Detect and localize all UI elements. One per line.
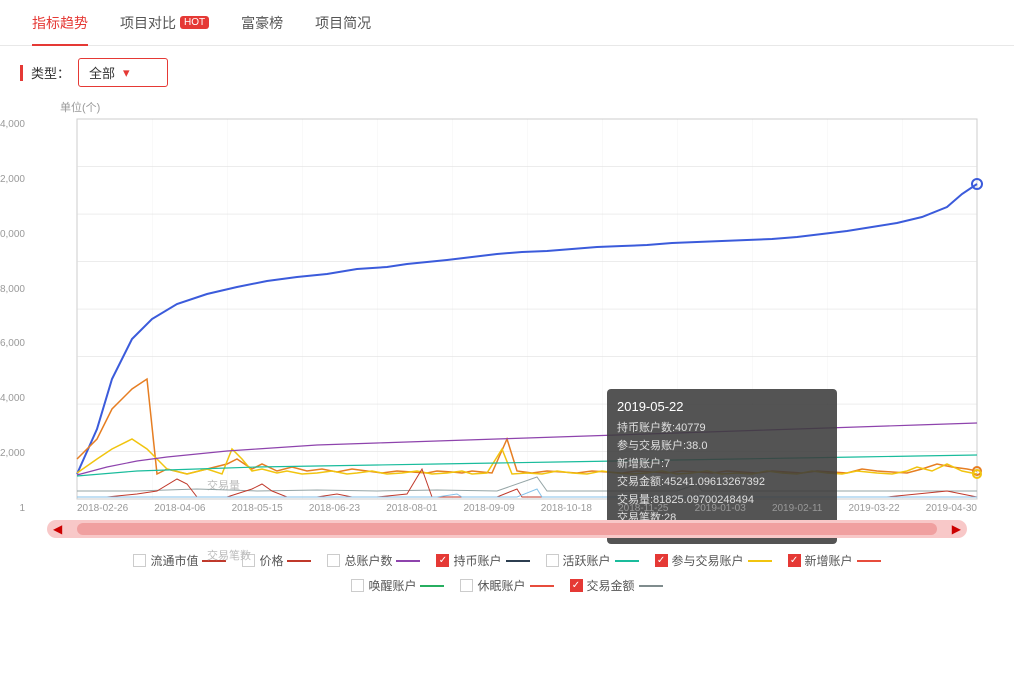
- legend-checkbox-wake-accounts[interactable]: [351, 579, 364, 592]
- legend-active-accounts[interactable]: 活跃账户: [546, 552, 639, 569]
- legend-label-tx-amount: 交易金额: [587, 577, 635, 594]
- y-label-5: 4,000: [0, 393, 25, 404]
- main-chart-svg: 交易量 交易笔数: [77, 119, 977, 499]
- legend-line-trading-accounts: [748, 560, 772, 562]
- legend-wake-accounts[interactable]: 唤醒账户: [351, 577, 444, 594]
- legend-checkbox-dormant-accounts[interactable]: [460, 579, 473, 592]
- legend-line-total-accounts: [396, 560, 420, 562]
- hot-badge: HOT: [180, 16, 209, 29]
- type-select[interactable]: 全部 ▾: [78, 58, 168, 87]
- y-label-4: 6,000: [0, 338, 25, 349]
- scrollbar-wrapper: ◀ ▶: [0, 514, 1014, 544]
- legend-checkbox-market-cap[interactable]: [133, 554, 146, 567]
- legend-checkbox-trading-accounts[interactable]: ✓: [655, 554, 668, 567]
- x-label-4: 2018-08-01: [386, 503, 437, 514]
- legend-trading-accounts[interactable]: ✓ 参与交易账户: [655, 552, 772, 569]
- legend-checkbox-total-accounts[interactable]: [327, 554, 340, 567]
- legend-line-coin-accounts: [506, 560, 530, 562]
- nav-project-overview[interactable]: 项目简况: [299, 0, 387, 46]
- legend-line-active-accounts: [615, 560, 639, 562]
- legend-label-market-cap: 流通市值: [150, 552, 198, 569]
- filter-accent-bar: [20, 65, 23, 81]
- y-label-7: 1: [0, 503, 25, 514]
- legend-total-accounts[interactable]: 总账户数: [327, 552, 420, 569]
- x-label-11: 2019-04-30: [926, 503, 977, 514]
- y-label-3: 8,000: [0, 284, 25, 295]
- svg-text:参与交易账户:38.0: 参与交易账户:38.0: [617, 438, 707, 452]
- legend-checkbox-new-accounts[interactable]: ✓: [788, 554, 801, 567]
- legend-line-price: [287, 560, 311, 562]
- legend-label-new-accounts: 新增账户: [805, 552, 853, 569]
- filter-bar: 类型： 全部 ▾: [0, 46, 1014, 99]
- x-label-7: 2018-11-25: [618, 503, 668, 514]
- legend-row-2: 唤醒账户 休眠账户 ✓ 交易金额: [351, 577, 662, 594]
- x-label-1: 2018-04-06: [154, 503, 205, 514]
- x-label-9: 2019-02-11: [772, 503, 822, 514]
- nav-rich-list[interactable]: 富豪榜: [225, 0, 299, 46]
- legend-area: 流通市值 价格 总账户数 ✓ 持币账户 活跃账户 ✓: [0, 544, 1014, 606]
- x-label-8: 2019-01-03: [695, 503, 746, 514]
- tx-count-label: 交易笔数: [207, 548, 251, 562]
- y-label-0: 14,000: [0, 119, 25, 130]
- x-label-0: 2018-02-26: [77, 503, 128, 514]
- svg-text:新增账户:7: 新增账户:7: [617, 456, 670, 470]
- chart-wrapper: 14,000 12,000 10,000 8,000 6,000 4,000 2…: [27, 119, 987, 514]
- x-label-10: 2019-03-22: [849, 503, 900, 514]
- nav-label-project-compare: 项目对比: [120, 13, 176, 33]
- filter-label: 类型：: [31, 63, 70, 82]
- legend-line-tx-amount: [639, 585, 663, 587]
- chevron-down-icon: ▾: [123, 65, 130, 81]
- nav-label-indicator-trend: 指标趋势: [32, 13, 88, 33]
- y-axis-unit-label: 单位(个): [20, 99, 994, 115]
- legend-checkbox-tx-amount[interactable]: ✓: [570, 579, 583, 592]
- nav-project-compare[interactable]: 项目对比 HOT: [104, 0, 225, 46]
- svg-text:2019-05-22: 2019-05-22: [617, 399, 684, 414]
- y-label-1: 12,000: [0, 174, 25, 185]
- legend-new-accounts[interactable]: ✓ 新增账户: [788, 552, 881, 569]
- legend-checkbox-coin-accounts[interactable]: ✓: [436, 554, 449, 567]
- x-label-2: 2018-05-15: [232, 503, 283, 514]
- nav-label-rich-list: 富豪榜: [241, 13, 283, 33]
- scrollbar-track: [77, 523, 937, 535]
- scrollbar[interactable]: ◀ ▶: [47, 520, 967, 538]
- legend-label-dormant-accounts: 休眠账户: [477, 577, 525, 594]
- x-axis: 2018-02-26 2018-04-06 2018-05-15 2018-06…: [77, 503, 977, 514]
- svg-text:持币账户数:40779: 持币账户数:40779: [617, 420, 706, 434]
- scroll-left-arrow[interactable]: ◀: [53, 522, 62, 536]
- legend-label-trading-accounts: 参与交易账户: [672, 552, 744, 569]
- x-label-5: 2018-09-09: [463, 503, 514, 514]
- legend-label-total-accounts: 总账户数: [344, 552, 392, 569]
- top-navigation: 指标趋势 项目对比 HOT 富豪榜 项目简况: [0, 0, 1014, 46]
- legend-label-active-accounts: 活跃账户: [563, 552, 611, 569]
- legend-price[interactable]: 价格: [242, 552, 311, 569]
- scroll-right-arrow[interactable]: ▶: [952, 522, 961, 536]
- legend-label-coin-accounts: 持币账户: [453, 552, 501, 569]
- svg-text:交易金额:45241.09613267392: 交易金额:45241.09613267392: [617, 474, 765, 488]
- legend-coin-accounts[interactable]: ✓ 持币账户: [436, 552, 529, 569]
- legend-line-new-accounts: [857, 560, 881, 562]
- chart-container: 单位(个) 14,000 12,000 10,000 8,000 6,000 4…: [20, 99, 994, 514]
- y-axis-left: 14,000 12,000 10,000 8,000 6,000 4,000 2…: [0, 119, 25, 514]
- legend-line-wake-accounts: [420, 585, 444, 587]
- legend-line-dormant-accounts: [530, 585, 554, 587]
- legend-label-wake-accounts: 唤醒账户: [368, 577, 416, 594]
- x-label-6: 2018-10-18: [541, 503, 592, 514]
- legend-checkbox-active-accounts[interactable]: [546, 554, 559, 567]
- legend-dormant-accounts[interactable]: 休眠账户: [460, 577, 553, 594]
- legend-label-price: 价格: [259, 552, 283, 569]
- y-label-2: 10,000: [0, 229, 25, 240]
- x-label-3: 2018-06-23: [309, 503, 360, 514]
- y-label-6: 2,000: [0, 448, 25, 459]
- nav-indicator-trend[interactable]: 指标趋势: [16, 0, 104, 46]
- nav-label-project-overview: 项目简况: [315, 13, 371, 33]
- select-value: 全部: [89, 63, 115, 82]
- legend-tx-amount[interactable]: ✓ 交易金额: [570, 577, 663, 594]
